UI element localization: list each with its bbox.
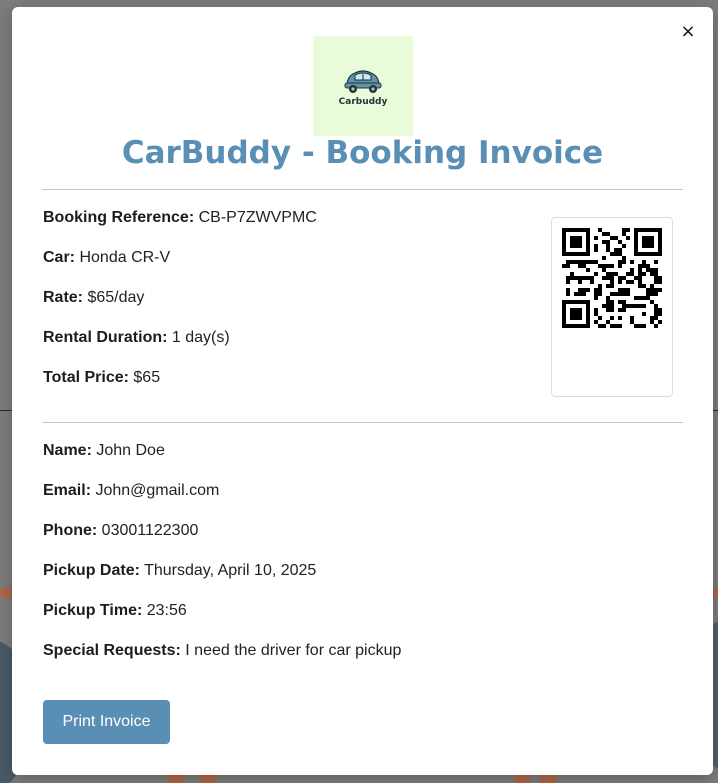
rate: Rate: $65/day bbox=[43, 289, 144, 307]
field-value: $65/day bbox=[87, 289, 145, 306]
carbuddy-logo: Carbuddy bbox=[313, 36, 413, 136]
customer-name: Name: John Doe bbox=[43, 442, 165, 460]
invoice-title: CarBuddy - Booking Invoice bbox=[121, 135, 604, 171]
field-label: Car: bbox=[43, 249, 76, 266]
qr-code bbox=[551, 217, 673, 397]
field-value: Honda CR-V bbox=[79, 249, 171, 266]
field-label: Name: bbox=[43, 442, 92, 459]
field-label: Email: bbox=[43, 482, 92, 499]
field-value: 1 day(s) bbox=[171, 329, 230, 346]
booking-reference: Booking Reference: CB-P7ZWVPMC bbox=[43, 209, 317, 227]
total-price: Total Price: $65 bbox=[43, 369, 160, 387]
field-value: John@gmail.com bbox=[95, 482, 220, 499]
car: Car: Honda CR-V bbox=[43, 249, 170, 267]
field-value: Thursday, April 10, 2025 bbox=[144, 562, 317, 579]
pickup-date: Pickup Date: Thursday, April 10, 2025 bbox=[43, 562, 316, 580]
field-label: Pickup Time: bbox=[43, 602, 143, 619]
divider bbox=[42, 189, 683, 190]
special-requests: Special Requests: I need the driver for … bbox=[43, 642, 401, 660]
print-invoice-button[interactable]: Print Invoice bbox=[43, 700, 170, 744]
customer-email: Email: John@gmail.com bbox=[43, 482, 219, 500]
field-value: $65 bbox=[133, 369, 161, 386]
field-label: Booking Reference: bbox=[43, 209, 195, 226]
logo-text: Carbuddy bbox=[338, 96, 388, 107]
qr-code-icon bbox=[562, 228, 662, 328]
close-icon[interactable]: × bbox=[679, 23, 697, 41]
car-icon bbox=[344, 69, 382, 93]
pickup-time: Pickup Time: 23:56 bbox=[43, 602, 187, 620]
field-label: Total Price: bbox=[43, 369, 129, 386]
field-value: I need the driver for car pickup bbox=[185, 642, 402, 659]
customer-phone: Phone: 03001122300 bbox=[43, 522, 198, 540]
field-label: Rate: bbox=[43, 289, 84, 306]
field-label: Rental Duration: bbox=[43, 329, 168, 346]
field-value: 03001122300 bbox=[101, 522, 199, 539]
field-label: Special Requests: bbox=[43, 642, 181, 659]
field-value: John Doe bbox=[96, 442, 165, 459]
field-label: Pickup Date: bbox=[43, 562, 140, 579]
field-label: Phone: bbox=[43, 522, 98, 539]
invoice-modal: × Carbuddy CarBuddy - Booking Invoice Bo… bbox=[12, 7, 713, 775]
field-value: CB-P7ZWVPMC bbox=[198, 209, 317, 226]
divider bbox=[42, 422, 683, 423]
field-value: 23:56 bbox=[146, 602, 187, 619]
rental-duration: Rental Duration: 1 day(s) bbox=[43, 329, 230, 347]
